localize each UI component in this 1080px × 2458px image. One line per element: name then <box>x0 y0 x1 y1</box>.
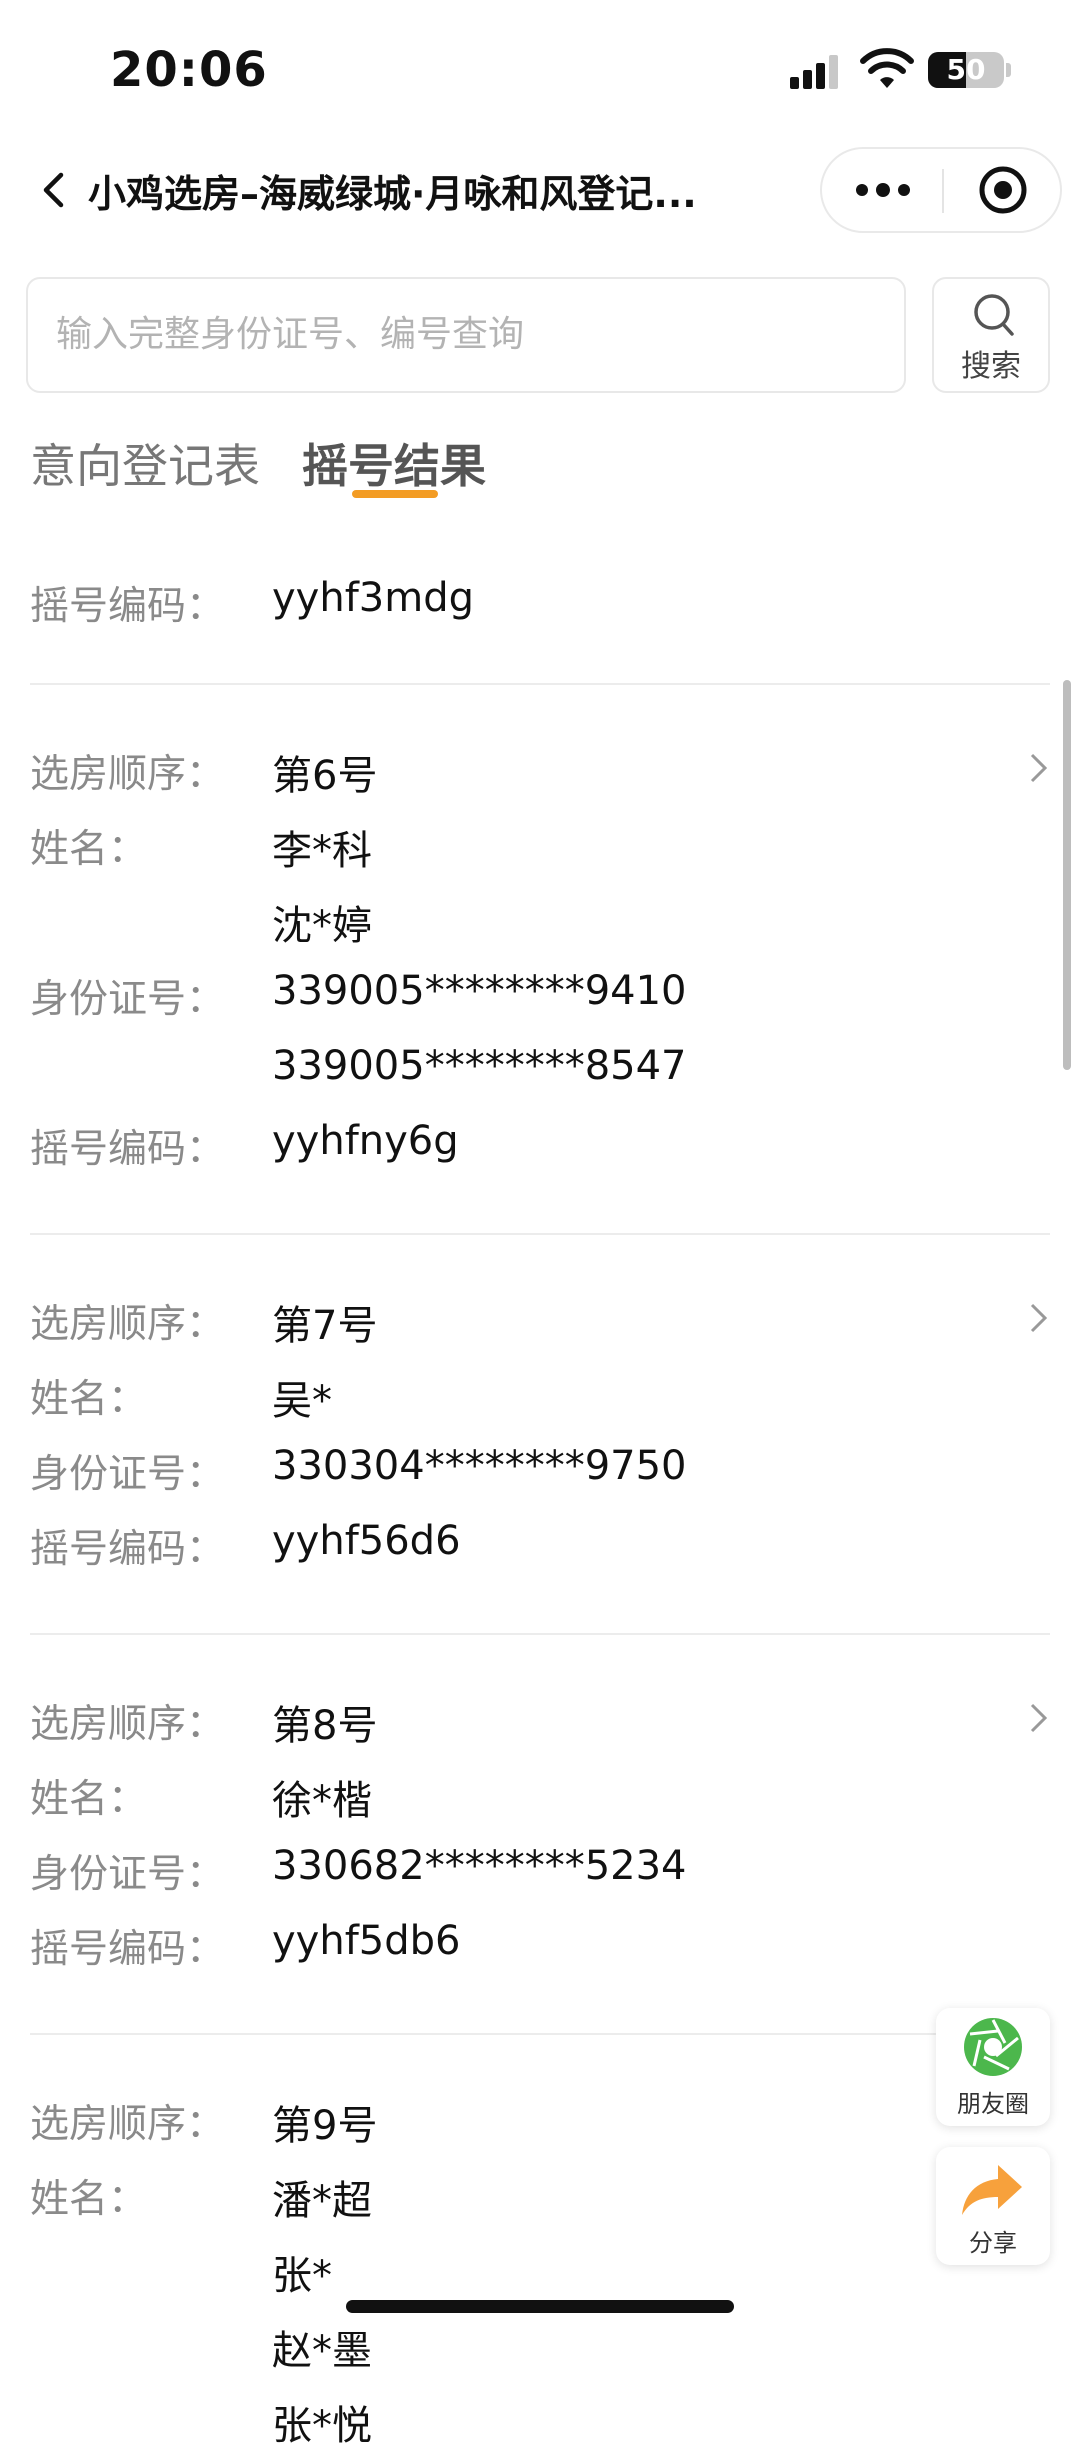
chevron-right-icon[interactable] <box>1028 1301 1050 1335</box>
name-value: 赵*墨 <box>272 2328 372 2374</box>
name-value: 沈*婷 <box>272 903 372 949</box>
list-item[interactable]: 选房顺序： 第8号 姓名： 徐*楷 身份证号： 330682********52… <box>0 1635 1080 2033</box>
list-item[interactable]: 选房顺序： 第7号 姓名： 吴* 身份证号： 330304********975… <box>0 1235 1080 1633</box>
share-arrow-icon <box>962 2165 1022 2215</box>
name-row: 张*悦 <box>0 2383 1080 2458</box>
list-item[interactable]: 选房顺序： 第9号 姓名： 潘*超 张* 赵*墨 张*悦 <box>0 2035 1080 2458</box>
order-value: 第7号 <box>272 1303 378 1349</box>
id-value: 339005********9410 <box>272 968 687 1014</box>
home-indicator[interactable] <box>346 2300 734 2313</box>
id-label: 身份证号： <box>30 977 226 1022</box>
tab-bar: 意向登记表 摇号结果 <box>0 420 1080 510</box>
name-row: 张* <box>0 2233 1080 2308</box>
name-value: 吴* <box>272 1378 332 1424</box>
tab-lottery-result[interactable]: 摇号结果 <box>302 430 486 496</box>
name-row: 姓名： 潘*超 <box>0 2158 1080 2233</box>
name-value: 徐*楷 <box>272 1778 372 1824</box>
battery-icon: 50 <box>928 52 1004 88</box>
tab-active-indicator <box>352 490 438 498</box>
name-row: 姓名： 徐*楷 <box>0 1758 1080 1833</box>
order-value: 第9号 <box>272 2103 378 2149</box>
order-row: 选房顺序： 第7号 <box>0 1283 1080 1358</box>
chevron-right-icon[interactable] <box>1028 1701 1050 1735</box>
code-label: 摇号编码： <box>30 584 226 629</box>
battery-tip <box>1006 63 1011 77</box>
order-label: 选房顺序： <box>30 2102 226 2147</box>
name-value: 张* <box>272 2253 332 2299</box>
order-row: 选房顺序： 第9号 <box>0 2083 1080 2158</box>
order-label: 选房顺序： <box>30 1302 226 1347</box>
search-icon <box>974 294 1014 336</box>
moments-aperture-icon <box>964 2018 1022 2076</box>
mini-program-capsule <box>820 147 1062 233</box>
name-label: 姓名： <box>30 1777 148 1822</box>
share-button[interactable]: 分享 <box>936 2147 1050 2265</box>
name-row: 姓名： 吴* <box>0 1358 1080 1433</box>
back-arrow-icon[interactable] <box>30 165 80 215</box>
cellular-signal-icon <box>790 55 842 89</box>
close-target-icon[interactable] <box>944 149 1062 231</box>
name-row: 姓名： 李*科 <box>0 808 1080 883</box>
order-row: 选房顺序： 第8号 <box>0 1683 1080 1758</box>
result-list: 摇号编码： yyhf3mdg 选房顺序： 第6号 姓名： 李*科 沈*婷 身份证… <box>0 555 1080 2458</box>
id-value: 339005********8547 <box>272 1043 687 1089</box>
nav-bar: 小鸡选房–海威绿城·月咏和风登记... <box>0 135 1080 245</box>
id-label: 身份证号： <box>30 1852 226 1897</box>
search-button-label: 搜索 <box>961 349 1021 384</box>
code-label: 摇号编码： <box>30 1527 226 1572</box>
id-row: 身份证号： 339005********9410 <box>0 958 1080 1033</box>
lottery-code: yyhf56d6 <box>272 1518 461 1564</box>
name-value: 张*悦 <box>272 2403 372 2449</box>
more-options-icon[interactable] <box>822 149 942 231</box>
id-value: 330304********9750 <box>272 1443 687 1489</box>
page-title: 小鸡选房–海威绿城·月咏和风登记... <box>88 172 697 216</box>
chevron-right-icon[interactable] <box>1028 751 1050 785</box>
lottery-code: yyhf3mdg <box>272 575 474 621</box>
name-value: 李*科 <box>272 828 372 874</box>
order-value: 第6号 <box>272 753 378 799</box>
name-row: 沈*婷 <box>0 883 1080 958</box>
scrollbar[interactable] <box>1063 680 1071 1070</box>
code-row: 摇号编码： yyhfny6g <box>0 1108 1080 1183</box>
search-button[interactable]: 搜索 <box>932 277 1050 393</box>
search-input[interactable]: 输入完整身份证号、编号查询 <box>26 277 906 393</box>
id-row: 339005********8547 <box>0 1033 1080 1108</box>
order-label: 选房顺序： <box>30 752 226 797</box>
name-row: 赵*墨 <box>0 2308 1080 2383</box>
name-value: 潘*超 <box>272 2178 372 2224</box>
id-label: 身份证号： <box>30 1452 226 1497</box>
id-value: 330682********5234 <box>272 1843 687 1889</box>
moments-share-button[interactable]: 朋友圈 <box>936 2008 1050 2126</box>
moments-label: 朋友圈 <box>957 2090 1029 2118</box>
wifi-icon <box>860 48 914 88</box>
status-bar: 20:06 50 <box>0 0 1080 135</box>
id-row: 身份证号： 330682********5234 <box>0 1833 1080 1908</box>
order-value: 第8号 <box>272 1703 378 1749</box>
order-row: 选房顺序： 第6号 <box>0 733 1080 808</box>
order-label: 选房顺序： <box>30 1702 226 1747</box>
status-time: 20:06 <box>110 42 268 98</box>
name-label: 姓名： <box>30 827 148 872</box>
code-row: 摇号编码： yyhf3mdg <box>0 565 1080 640</box>
list-item: 摇号编码： yyhf3mdg <box>0 555 1080 683</box>
tab-registration[interactable]: 意向登记表 <box>30 430 260 496</box>
code-row: 摇号编码： yyhf5db6 <box>0 1908 1080 1983</box>
id-row: 身份证号： 330304********9750 <box>0 1433 1080 1508</box>
code-label: 摇号编码： <box>30 1927 226 1972</box>
code-row: 摇号编码： yyhf56d6 <box>0 1508 1080 1583</box>
lottery-code: yyhfny6g <box>272 1118 459 1164</box>
battery-level: 50 <box>946 53 986 86</box>
list-item[interactable]: 选房顺序： 第6号 姓名： 李*科 沈*婷 身份证号： 339005******… <box>0 685 1080 1233</box>
code-label: 摇号编码： <box>30 1127 226 1172</box>
share-label: 分享 <box>969 2229 1017 2257</box>
name-label: 姓名： <box>30 2177 148 2222</box>
name-label: 姓名： <box>30 1377 148 1422</box>
lottery-code: yyhf5db6 <box>272 1918 461 1964</box>
